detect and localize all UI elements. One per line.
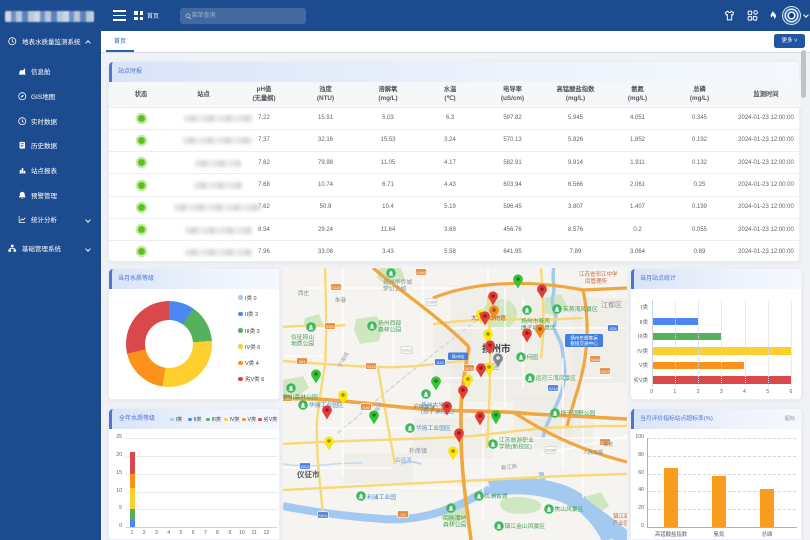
svg-text:S28: S28 bbox=[609, 326, 617, 331]
svg-text:产业园区: 产业园区 bbox=[613, 519, 627, 527]
svg-text:K335: K335 bbox=[546, 448, 556, 453]
svg-text:X002: X002 bbox=[300, 464, 310, 469]
svg-text:353: 353 bbox=[299, 359, 306, 364]
svg-text:G40: G40 bbox=[362, 405, 370, 410]
svg-text:西庄: 西庄 bbox=[298, 289, 310, 297]
svg-text:焦山风景区: 焦山风景区 bbox=[555, 505, 584, 513]
svg-text:运河三湾风景区: 运河三湾风景区 bbox=[536, 374, 577, 382]
svg-text:利浦工业园: 利浦工业园 bbox=[367, 493, 396, 501]
svg-text:扬州华侨城: 扬州华侨城 bbox=[383, 278, 412, 286]
svg-text:森林公园: 森林公园 bbox=[378, 325, 401, 333]
svg-text:江苏省邗江中学: 江苏省邗江中学 bbox=[579, 270, 618, 278]
svg-text:扬州站: 扬州站 bbox=[452, 353, 465, 360]
svg-text:S243: S243 bbox=[600, 369, 610, 374]
svg-text:S49: S49 bbox=[436, 360, 444, 365]
svg-text:江苏旅游职业: 江苏旅游职业 bbox=[499, 436, 534, 444]
svg-text:扬州西部: 扬州西部 bbox=[378, 319, 401, 327]
svg-text:梦幻之城: 梦幻之城 bbox=[383, 284, 406, 292]
svg-text:S353: S353 bbox=[325, 324, 335, 329]
svg-text:古运河: 古运河 bbox=[395, 456, 412, 464]
svg-text:S243: S243 bbox=[548, 386, 558, 391]
svg-text:地质公园: 地质公园 bbox=[291, 339, 314, 347]
svg-text:扬子颂野公园: 扬子颂野公园 bbox=[561, 409, 596, 417]
svg-text:仪征市: 仪征市 bbox=[296, 469, 320, 479]
svg-text:镇江金山风景区: 镇江金山风景区 bbox=[505, 522, 546, 530]
svg-text:铜山森林公园: 铜山森林公园 bbox=[283, 393, 318, 401]
svg-text:S125: S125 bbox=[331, 285, 341, 290]
svg-text:闰扬潭地: 闰扬潭地 bbox=[443, 514, 466, 522]
svg-text:森林公园: 森林公园 bbox=[443, 520, 466, 528]
svg-text:X304: X304 bbox=[427, 300, 437, 305]
svg-text:S264: S264 bbox=[590, 357, 600, 362]
svg-text:朴席镇: 朴席镇 bbox=[409, 447, 427, 455]
svg-text:人民日报: 人民日报 bbox=[583, 449, 603, 456]
svg-text:扬州市葵风: 扬州市葵风 bbox=[521, 317, 550, 325]
svg-text:扬州大学: 扬州大学 bbox=[421, 401, 444, 409]
svg-text:朱巷: 朱巷 bbox=[335, 296, 347, 304]
svg-text:S001: S001 bbox=[318, 513, 328, 518]
svg-text:华扬工业园区: 华扬工业园区 bbox=[416, 424, 451, 432]
svg-text:学院(新校区): 学院(新校区) bbox=[499, 442, 532, 450]
svg-text:横安: 横安 bbox=[603, 441, 613, 448]
svg-text:X201: X201 bbox=[402, 348, 412, 353]
svg-text:G940: G940 bbox=[416, 270, 427, 275]
svg-text:何园: 何园 bbox=[527, 353, 539, 361]
svg-text:枢纽交通中心: 枢纽交通中心 bbox=[570, 340, 598, 347]
svg-text:G4011: G4011 bbox=[463, 366, 475, 371]
svg-text:镇江新材: 镇江新材 bbox=[613, 512, 627, 520]
svg-text:江都区: 江都区 bbox=[601, 301, 622, 309]
svg-text:茱萸湾风景区: 茱萸湾风景区 bbox=[563, 305, 598, 313]
svg-text:闰管理所: 闰管理所 bbox=[585, 277, 608, 285]
svg-text:瓜洲古渡: 瓜洲古渡 bbox=[485, 492, 508, 500]
svg-text:S243: S243 bbox=[366, 364, 376, 369]
svg-text:G2: G2 bbox=[400, 512, 406, 517]
svg-text:仪征捺山: 仪征捺山 bbox=[291, 333, 314, 341]
